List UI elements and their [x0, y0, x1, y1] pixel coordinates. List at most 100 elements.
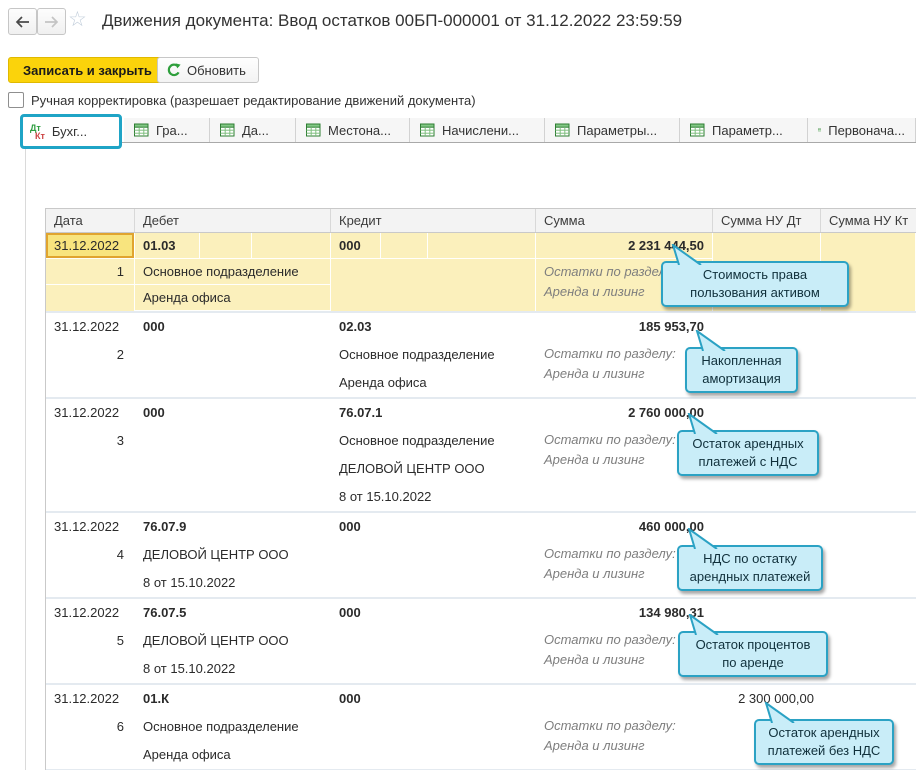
row-number[interactable]: 6	[46, 713, 134, 741]
cell-date[interactable]: 31.12.20226	[46, 685, 135, 769]
subconto[interactable]: 8 от 15.10.2022	[135, 569, 330, 597]
cell-debit[interactable]: 000	[135, 313, 331, 397]
subconto[interactable]: ДЕЛОВОЙ ЦЕНТР ООО	[331, 455, 535, 483]
back-button[interactable]	[8, 8, 37, 35]
callout-tail	[685, 528, 719, 549]
account-code[interactable]: 02.03	[331, 313, 535, 341]
column-header[interactable]: Кредит	[331, 209, 536, 232]
cell-debit[interactable]: 01.КОсновное подразделениеАренда офиса	[135, 685, 331, 769]
cell-credit[interactable]: 000	[331, 513, 536, 597]
cell-credit[interactable]: 000	[331, 233, 536, 311]
tab-7[interactable]: Параметр...	[680, 118, 808, 142]
account-code[interactable]: 76.07.9	[135, 513, 330, 541]
subconto[interactable]: 8 от 15.10.2022	[135, 655, 330, 683]
table-icon	[220, 123, 235, 137]
account-code[interactable]: 01.03	[135, 233, 330, 259]
cell-debit[interactable]: 000	[135, 399, 331, 511]
cell-credit[interactable]: 000	[331, 685, 536, 769]
tab-2[interactable]: Гра...	[124, 118, 210, 142]
tab-accounting-register[interactable]: ДтКт Бухг...	[20, 114, 122, 149]
cell-date[interactable]: 31.12.20221	[46, 233, 135, 311]
tab-5[interactable]: Начислени...	[410, 118, 545, 142]
tab-4[interactable]: Местона...	[296, 118, 410, 142]
table-icon	[818, 123, 821, 137]
callout-text: Стоимость права пользования активом	[671, 266, 839, 302]
callout-text: Остаток арендных платежей с НДС	[687, 435, 809, 471]
refresh-label: Обновить	[187, 63, 246, 78]
column-header[interactable]: Сумма НУ Дт	[713, 209, 821, 232]
account-code[interactable]: 000	[331, 599, 535, 627]
account-code[interactable]: 01.К	[135, 685, 330, 713]
table-icon	[420, 123, 435, 137]
row-number[interactable]: 4	[46, 541, 134, 569]
cell-amount-nu-kt[interactable]	[821, 513, 916, 597]
subconto[interactable]: Основное подразделение	[135, 259, 330, 285]
callout-text: Остаток процентов по аренде	[688, 636, 818, 672]
subconto[interactable]: Основное подразделение	[135, 713, 330, 741]
subconto[interactable]: ДЕЛОВОЙ ЦЕНТР ООО	[135, 627, 330, 655]
manual-adjustment-label: Ручная корректировка (разрешает редактир…	[31, 93, 476, 108]
date-value[interactable]: 31.12.2022	[46, 513, 134, 541]
subconto[interactable]: Основное подразделение	[331, 427, 535, 455]
callout-tail	[685, 413, 719, 434]
column-header[interactable]: Сумма НУ Кт	[821, 209, 916, 232]
account-code[interactable]: 000	[135, 399, 330, 427]
subconto[interactable]: Аренда офиса	[135, 285, 330, 311]
column-header[interactable]: Дебет	[135, 209, 331, 232]
tab-3[interactable]: Да...	[210, 118, 296, 142]
cell-amount-nu-kt[interactable]	[821, 599, 916, 683]
arrow-left-icon	[15, 16, 30, 28]
account-code[interactable]: 000	[135, 313, 330, 341]
amount-value[interactable]	[536, 685, 712, 713]
refresh-icon	[167, 63, 181, 77]
cell-amount-nu-kt[interactable]	[821, 399, 916, 511]
cell-credit[interactable]: 76.07.1Основное подразделениеДЕЛОВОЙ ЦЕН…	[331, 399, 536, 511]
favorite-star-icon[interactable]: ☆	[68, 7, 87, 33]
row-number[interactable]: 2	[46, 341, 134, 369]
account-code[interactable]: 000	[331, 685, 535, 713]
forward-button[interactable]	[37, 8, 66, 35]
cell-amount[interactable]: Остатки по разделу: Аренда и лизинг	[536, 685, 713, 769]
cell-date[interactable]: 31.12.20223	[46, 399, 135, 511]
balance-section-comment: Остатки по разделу: Аренда и лизинг	[536, 713, 712, 756]
refresh-button[interactable]: Обновить	[157, 57, 259, 83]
date-value[interactable]: 31.12.2022	[46, 233, 134, 259]
cell-date[interactable]: 31.12.20224	[46, 513, 135, 597]
cell-debit[interactable]: 01.03Основное подразделениеАренда офиса	[135, 233, 331, 311]
callout-bubble: НДС по остатку арендных платежей	[677, 545, 823, 591]
tab-8[interactable]: Первонача...	[808, 118, 916, 142]
cell-amount-nu-kt[interactable]	[821, 313, 916, 397]
account-code[interactable]: 000	[331, 513, 535, 541]
row-number[interactable]: 3	[46, 427, 134, 455]
cell-debit[interactable]: 76.07.5ДЕЛОВОЙ ЦЕНТР ООО8 от 15.10.2022	[135, 599, 331, 683]
save-and-close-button[interactable]: Записать и закрыть	[8, 57, 167, 83]
callout-text: Накопленная амортизация	[695, 352, 788, 388]
date-value[interactable]: 31.12.2022	[46, 685, 134, 713]
cell-credit[interactable]: 000	[331, 599, 536, 683]
cell-date[interactable]: 31.12.20225	[46, 599, 135, 683]
column-header[interactable]: Сумма	[536, 209, 713, 232]
cell-debit[interactable]: 76.07.9ДЕЛОВОЙ ЦЕНТР ООО8 от 15.10.2022	[135, 513, 331, 597]
row-number[interactable]: 1	[46, 259, 134, 285]
amount-value[interactable]: 185 953,70	[536, 313, 712, 341]
tab-label: Начислени...	[442, 123, 519, 138]
subconto[interactable]: Основное подразделение	[331, 341, 535, 369]
account-code[interactable]: 76.07.5	[135, 599, 330, 627]
row-number[interactable]: 5	[46, 627, 134, 655]
subconto[interactable]: 8 от 15.10.2022	[331, 483, 535, 511]
tab-6[interactable]: Параметры...	[545, 118, 680, 142]
subconto[interactable]: ДЕЛОВОЙ ЦЕНТР ООО	[135, 541, 330, 569]
column-header[interactable]: Дата	[46, 209, 135, 232]
cell-date[interactable]: 31.12.20222	[46, 313, 135, 397]
manual-adjustment-checkbox[interactable]	[8, 92, 24, 108]
account-code[interactable]: 76.07.1	[331, 399, 535, 427]
account-code[interactable]: 000	[331, 233, 535, 259]
date-value[interactable]: 31.12.2022	[46, 399, 134, 427]
date-value[interactable]: 31.12.2022	[46, 599, 134, 627]
date-value[interactable]: 31.12.2022	[46, 313, 134, 341]
cell-credit[interactable]: 02.03Основное подразделениеАренда офиса	[331, 313, 536, 397]
subconto[interactable]: Аренда офиса	[331, 369, 535, 397]
subconto[interactable]: Аренда офиса	[135, 741, 330, 769]
table-icon	[306, 123, 321, 137]
register-tab-bar: Гра...Да...Местона... Начислени... Парамет…	[20, 118, 916, 143]
